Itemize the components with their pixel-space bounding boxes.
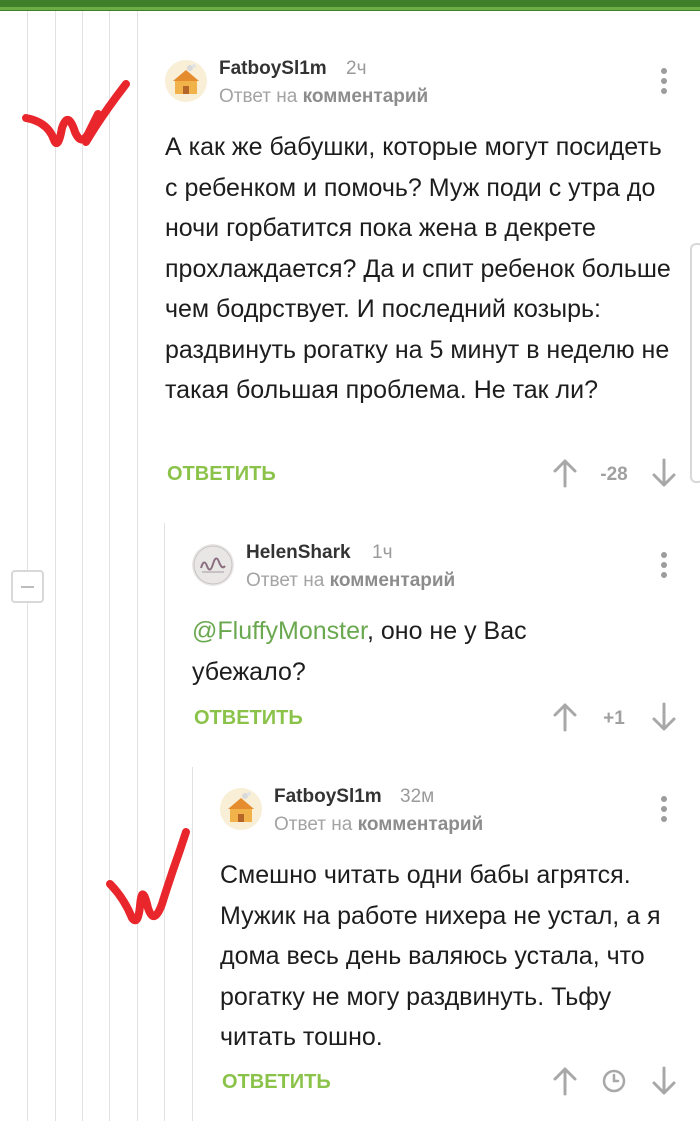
thread-line[interactable]	[82, 11, 83, 1121]
reply-prefix: Ответ на	[274, 814, 358, 835]
reply-context[interactable]: Ответ на комментарий	[219, 86, 428, 108]
avatar[interactable]	[192, 544, 234, 586]
comment-body: Смешно читать одни бабы агрятся. Мужик н…	[220, 855, 678, 1058]
user-mention-link[interactable]: @FluffyMonster	[192, 617, 367, 645]
avatar[interactable]	[165, 60, 207, 102]
red-annotation-mark	[106, 828, 190, 925]
reply-target-link[interactable]: комментарий	[330, 570, 456, 591]
thread-line[interactable]	[109, 11, 110, 1121]
arrow-down-icon[interactable]	[651, 458, 677, 488]
arrow-up-icon[interactable]	[552, 458, 578, 488]
comment-author[interactable]: FatboySl1m	[274, 786, 382, 808]
reply-prefix: Ответ на	[219, 86, 303, 107]
scrollbar-thumb[interactable]	[690, 243, 700, 483]
vote-score: +1	[603, 708, 625, 729]
reply-target-link[interactable]: комментарий	[303, 86, 429, 107]
reply-button[interactable]: ОТВЕТИТЬ	[222, 1071, 331, 1094]
arrow-down-icon[interactable]	[651, 1066, 677, 1096]
thread-line[interactable]	[192, 767, 193, 1121]
thread-line[interactable]	[27, 11, 28, 1121]
arrow-up-icon[interactable]	[552, 1066, 578, 1096]
comment-author[interactable]: FatboySl1m	[219, 58, 327, 80]
avatar-house-icon	[220, 788, 262, 830]
arrow-up-icon[interactable]	[552, 702, 578, 732]
avatar-house-icon	[165, 60, 207, 102]
collapse-thread-button[interactable]	[11, 570, 44, 603]
top-bar-accent	[0, 7, 700, 10]
comment-text: А как же бабушки, которые могут посидеть…	[165, 133, 671, 404]
clock-icon	[602, 1069, 626, 1093]
comment-body: @FluffyMonster, оно не у Вас убежало?	[192, 611, 612, 692]
vote-score: -28	[600, 464, 628, 485]
more-vertical-icon[interactable]	[659, 552, 669, 580]
comment-text: Смешно читать одни бабы агрятся. Мужик н…	[220, 861, 661, 1051]
avatar[interactable]	[220, 788, 262, 830]
reply-context[interactable]: Ответ на комментарий	[274, 814, 483, 836]
comment-time: 1ч	[372, 542, 393, 563]
reply-button[interactable]: ОТВЕТИТЬ	[167, 463, 276, 486]
reply-context[interactable]: Ответ на комментарий	[246, 570, 455, 592]
reply-button[interactable]: ОТВЕТИТЬ	[194, 707, 303, 730]
reply-target-link[interactable]: комментарий	[358, 814, 484, 835]
more-vertical-icon[interactable]	[659, 68, 669, 96]
avatar-image	[192, 544, 234, 586]
comment-body: А как же бабушки, которые могут посидеть…	[165, 127, 675, 411]
thread-line[interactable]	[55, 11, 56, 1121]
arrow-down-icon[interactable]	[651, 702, 677, 732]
comment-author[interactable]: HelenShark	[246, 542, 351, 564]
thread-line[interactable]	[137, 11, 138, 1121]
more-vertical-icon[interactable]	[659, 796, 669, 824]
reply-prefix: Ответ на	[246, 570, 330, 591]
red-annotation-mark	[22, 80, 130, 147]
comment-time: 32м	[400, 786, 435, 807]
comment-time: 2ч	[346, 58, 367, 79]
